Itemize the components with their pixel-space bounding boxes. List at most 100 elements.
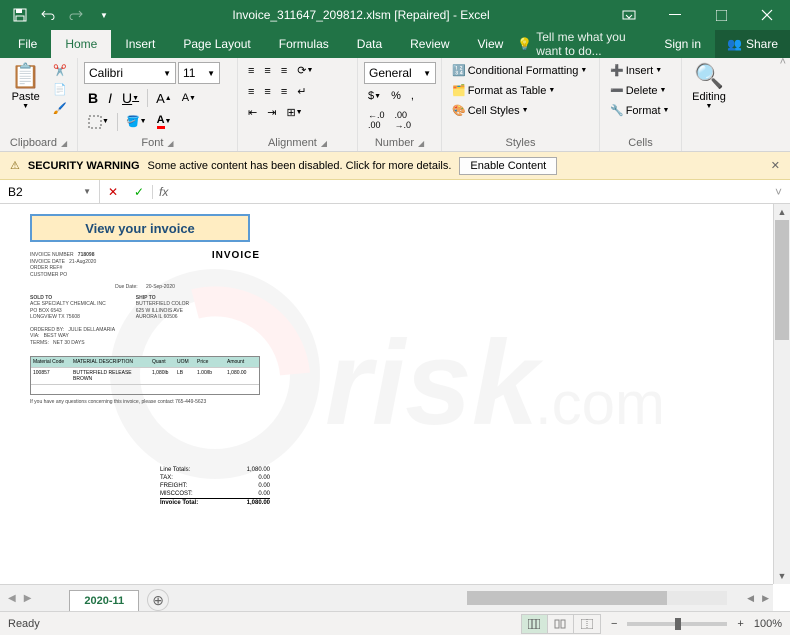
bold-button[interactable]: B [84,88,102,108]
expand-formula-bar-button[interactable]: ˅ [767,185,790,199]
maximize-button[interactable] [698,0,744,30]
zoom-out-button[interactable]: − [611,618,617,630]
scroll-down-icon[interactable]: ▼ [774,568,790,584]
font-dialog-icon[interactable]: ◢ [167,139,173,148]
alignment-dialog-icon[interactable]: ◢ [321,139,327,148]
align-left-button[interactable]: ≡ [244,84,258,100]
tab-nav-next-icon[interactable]: ▶ [24,593,32,604]
cond-format-icon: 🔢 [452,64,466,77]
decrease-indent-button[interactable]: ⇤ [244,104,261,121]
hscroll-left-icon[interactable]: ◀ [743,593,758,604]
save-icon[interactable] [8,3,32,27]
font-color-button[interactable]: A▼ [153,112,176,131]
tab-nav-prev-icon[interactable]: ◀ [8,593,16,604]
alignment-group-label: Alignment [268,137,317,149]
cell-styles-button[interactable]: 🎨Cell Styles▼ [448,102,533,119]
grow-font-button[interactable]: A▲ [152,89,176,108]
border-button[interactable]: ▼ [84,113,113,131]
fx-label[interactable]: fx [153,185,174,199]
enable-content-button[interactable]: Enable Content [459,157,557,175]
formula-input[interactable] [174,185,767,199]
comma-button[interactable]: , [407,88,418,104]
number-dialog-icon[interactable]: ◢ [418,139,424,148]
font-family-combo[interactable]: Calibri▼ [84,62,176,84]
add-sheet-button[interactable]: ⊕ [147,589,169,611]
zoom-handle[interactable] [675,618,681,630]
lightbulb-icon: 💡 [517,37,532,51]
accept-formula-button[interactable]: ✓ [126,185,152,199]
redo-icon[interactable] [64,3,88,27]
align-bottom-button[interactable]: ≡ [277,63,291,79]
scroll-up-icon[interactable]: ▲ [774,204,790,220]
tab-file[interactable]: File [4,30,51,58]
delete-cells-button[interactable]: ➖Delete▼ [606,82,670,99]
page-layout-view-button[interactable] [548,615,574,633]
page-break-view-button[interactable] [574,615,600,633]
font-size-combo[interactable]: 11▼ [178,62,220,84]
zoom-slider[interactable] [627,622,727,626]
horizontal-scrollbar[interactable] [467,591,727,605]
number-format-combo[interactable]: General▼ [364,62,436,84]
styles-group-label: Styles [506,137,536,149]
tab-home[interactable]: Home [51,30,111,58]
tab-data[interactable]: Data [343,30,396,58]
formula-bar: B2▼ ✕ ✓ fx ˅ [0,180,790,204]
format-table-button[interactable]: 🗂️Format as Table▼ [448,82,559,99]
format-cells-button[interactable]: 🔧Format▼ [606,102,673,119]
clipboard-dialog-icon[interactable]: ◢ [61,139,67,148]
copy-button[interactable]: 📄 [49,81,71,98]
close-warning-button[interactable]: ✕ [771,159,780,172]
name-box[interactable]: B2▼ [0,180,100,203]
vertical-scrollbar[interactable]: ▲ ▼ [773,204,790,584]
editing-button[interactable]: 🔍 Editing ▼ [688,62,730,110]
tab-formulas[interactable]: Formulas [265,30,343,58]
increase-indent-button[interactable]: ⇥ [263,104,280,121]
worksheet-area[interactable]: risk .com View your invoice INVOICE NUMB… [0,204,790,584]
align-top-button[interactable]: ≡ [244,63,258,79]
tab-pagelayout[interactable]: Page Layout [169,30,264,58]
merge-button[interactable]: ⊞▼ [282,104,306,121]
undo-icon[interactable] [36,3,60,27]
share-button[interactable]: 👥 Share [715,30,790,58]
view-invoice-button[interactable]: View your invoice [30,214,250,242]
hscroll-right-icon[interactable]: ▶ [758,593,773,604]
minimize-button[interactable] [652,0,698,30]
tab-review[interactable]: Review [396,30,463,58]
tab-view[interactable]: View [464,30,518,58]
zoom-in-button[interactable]: + [737,618,743,630]
tab-insert[interactable]: Insert [111,30,169,58]
ribbon: 📋 Paste ▼ ✂️ 📄 🖌️ Clipboard ◢ Calibri▼ 1… [0,58,790,152]
paste-button[interactable]: 📋 Paste ▼ [6,62,45,110]
bold-icon: B [88,90,98,106]
cancel-formula-button[interactable]: ✕ [100,185,126,199]
fill-color-button[interactable]: 🪣▼ [122,113,151,130]
orientation-button[interactable]: ⟳▼ [293,62,317,79]
decrease-decimal-button[interactable]: .00→.0 [391,108,416,132]
align-right-button[interactable]: ≡ [277,84,291,100]
vscroll-thumb[interactable] [775,220,789,340]
align-middle-button[interactable]: ≡ [260,63,274,79]
sign-in-button[interactable]: Sign in [650,37,715,51]
zoom-level[interactable]: 100% [754,618,782,630]
qat-customize-icon[interactable]: ▼ [92,3,116,27]
increase-decimal-button[interactable]: ←.0.00 [364,108,389,132]
underline-button[interactable]: U▼ [118,88,143,108]
normal-view-button[interactable] [522,615,548,633]
wrap-text-button[interactable]: ↵ [293,83,310,100]
sheet-tab-active[interactable]: 2020-11 [69,590,139,611]
tell-me[interactable]: 💡 Tell me what you want to do... [517,30,650,58]
format-painter-button[interactable]: 🖌️ [49,100,71,117]
collapse-ribbon-icon[interactable]: ˄ [780,56,786,68]
percent-button[interactable]: % [387,88,405,104]
shrink-font-button[interactable]: A▼ [178,90,200,106]
cut-button[interactable]: ✂️ [49,62,71,79]
italic-button[interactable]: I [104,88,116,108]
security-warning-text: Some active content has been disabled. C… [148,160,452,172]
insert-cells-button[interactable]: ➕Insert▼ [606,62,666,79]
align-center-button[interactable]: ≡ [260,84,274,100]
ribbon-options-icon[interactable] [606,0,652,30]
conditional-formatting-button[interactable]: 🔢Conditional Formatting▼ [448,62,591,79]
hscroll-thumb[interactable] [467,591,667,605]
currency-button[interactable]: $▼ [364,88,385,104]
close-button[interactable] [744,0,790,30]
